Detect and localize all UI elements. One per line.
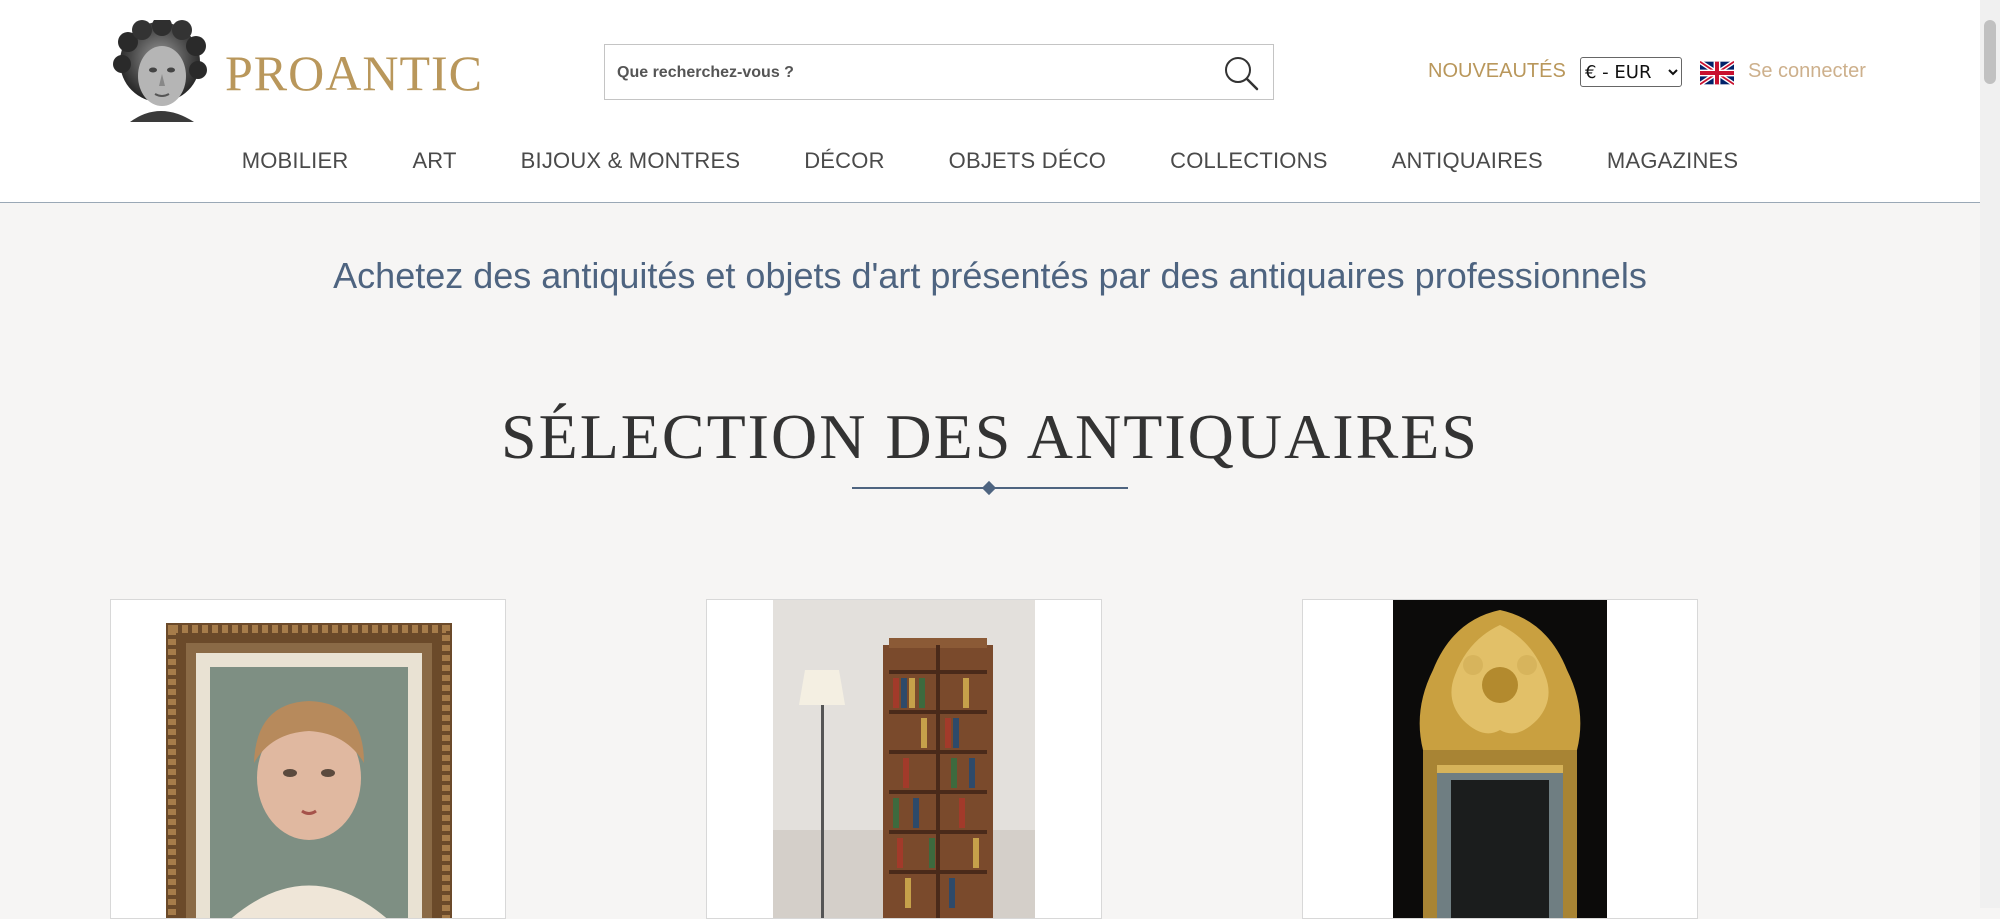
nav-item-decor[interactable]: DÉCOR bbox=[804, 148, 884, 174]
section-title: SÉLECTION DES ANTIQUAIRES bbox=[501, 401, 1479, 472]
scrollbar-thumb[interactable] bbox=[1984, 20, 1996, 84]
nav-item-antiquaires[interactable]: ANTIQUAIRES bbox=[1392, 148, 1543, 174]
login-link[interactable]: Se connecter bbox=[1748, 60, 1866, 83]
main-nav: MOBILIER ART BIJOUX & MONTRES DÉCOR OBJE… bbox=[0, 148, 1980, 174]
intro-text: Achetez des antiquités et objets d'art p… bbox=[333, 255, 1647, 296]
nav-item-mobilier[interactable]: MOBILIER bbox=[242, 148, 349, 174]
portrait-painting-image[interactable] bbox=[166, 623, 452, 919]
site-header: PROANTIC NOUVEAUTÉS € - EUR Se connecter… bbox=[0, 0, 1980, 203]
product-card-bookcase[interactable] bbox=[706, 599, 1102, 919]
product-card-mirror[interactable] bbox=[1302, 599, 1698, 919]
logo-bust-icon[interactable] bbox=[110, 20, 210, 122]
nav-item-art[interactable]: ART bbox=[412, 148, 456, 174]
nav-item-bijoux-montres[interactable]: BIJOUX & MONTRES bbox=[521, 148, 741, 174]
gilded-mirror-image[interactable] bbox=[1393, 600, 1607, 919]
revolving-bookcase-image[interactable] bbox=[773, 600, 1035, 919]
search-input[interactable] bbox=[615, 53, 1199, 93]
search-bar bbox=[604, 44, 1274, 100]
page-scrollbar[interactable] bbox=[1980, 0, 2000, 908]
brand-logo-text[interactable]: PROANTIC bbox=[225, 44, 483, 102]
uk-flag-icon[interactable] bbox=[1700, 61, 1734, 85]
product-card-portrait[interactable] bbox=[110, 599, 506, 919]
title-divider-diamond bbox=[981, 480, 997, 496]
currency-select[interactable]: € - EUR bbox=[1580, 57, 1682, 87]
nav-item-objets-deco[interactable]: OBJETS DÉCO bbox=[949, 148, 1106, 174]
new-arrivals-link[interactable]: NOUVEAUTÉS bbox=[1428, 60, 1566, 83]
nav-item-magazines[interactable]: MAGAZINES bbox=[1607, 148, 1738, 174]
nav-item-collections[interactable]: COLLECTIONS bbox=[1170, 148, 1327, 174]
search-icon[interactable] bbox=[1221, 53, 1261, 93]
